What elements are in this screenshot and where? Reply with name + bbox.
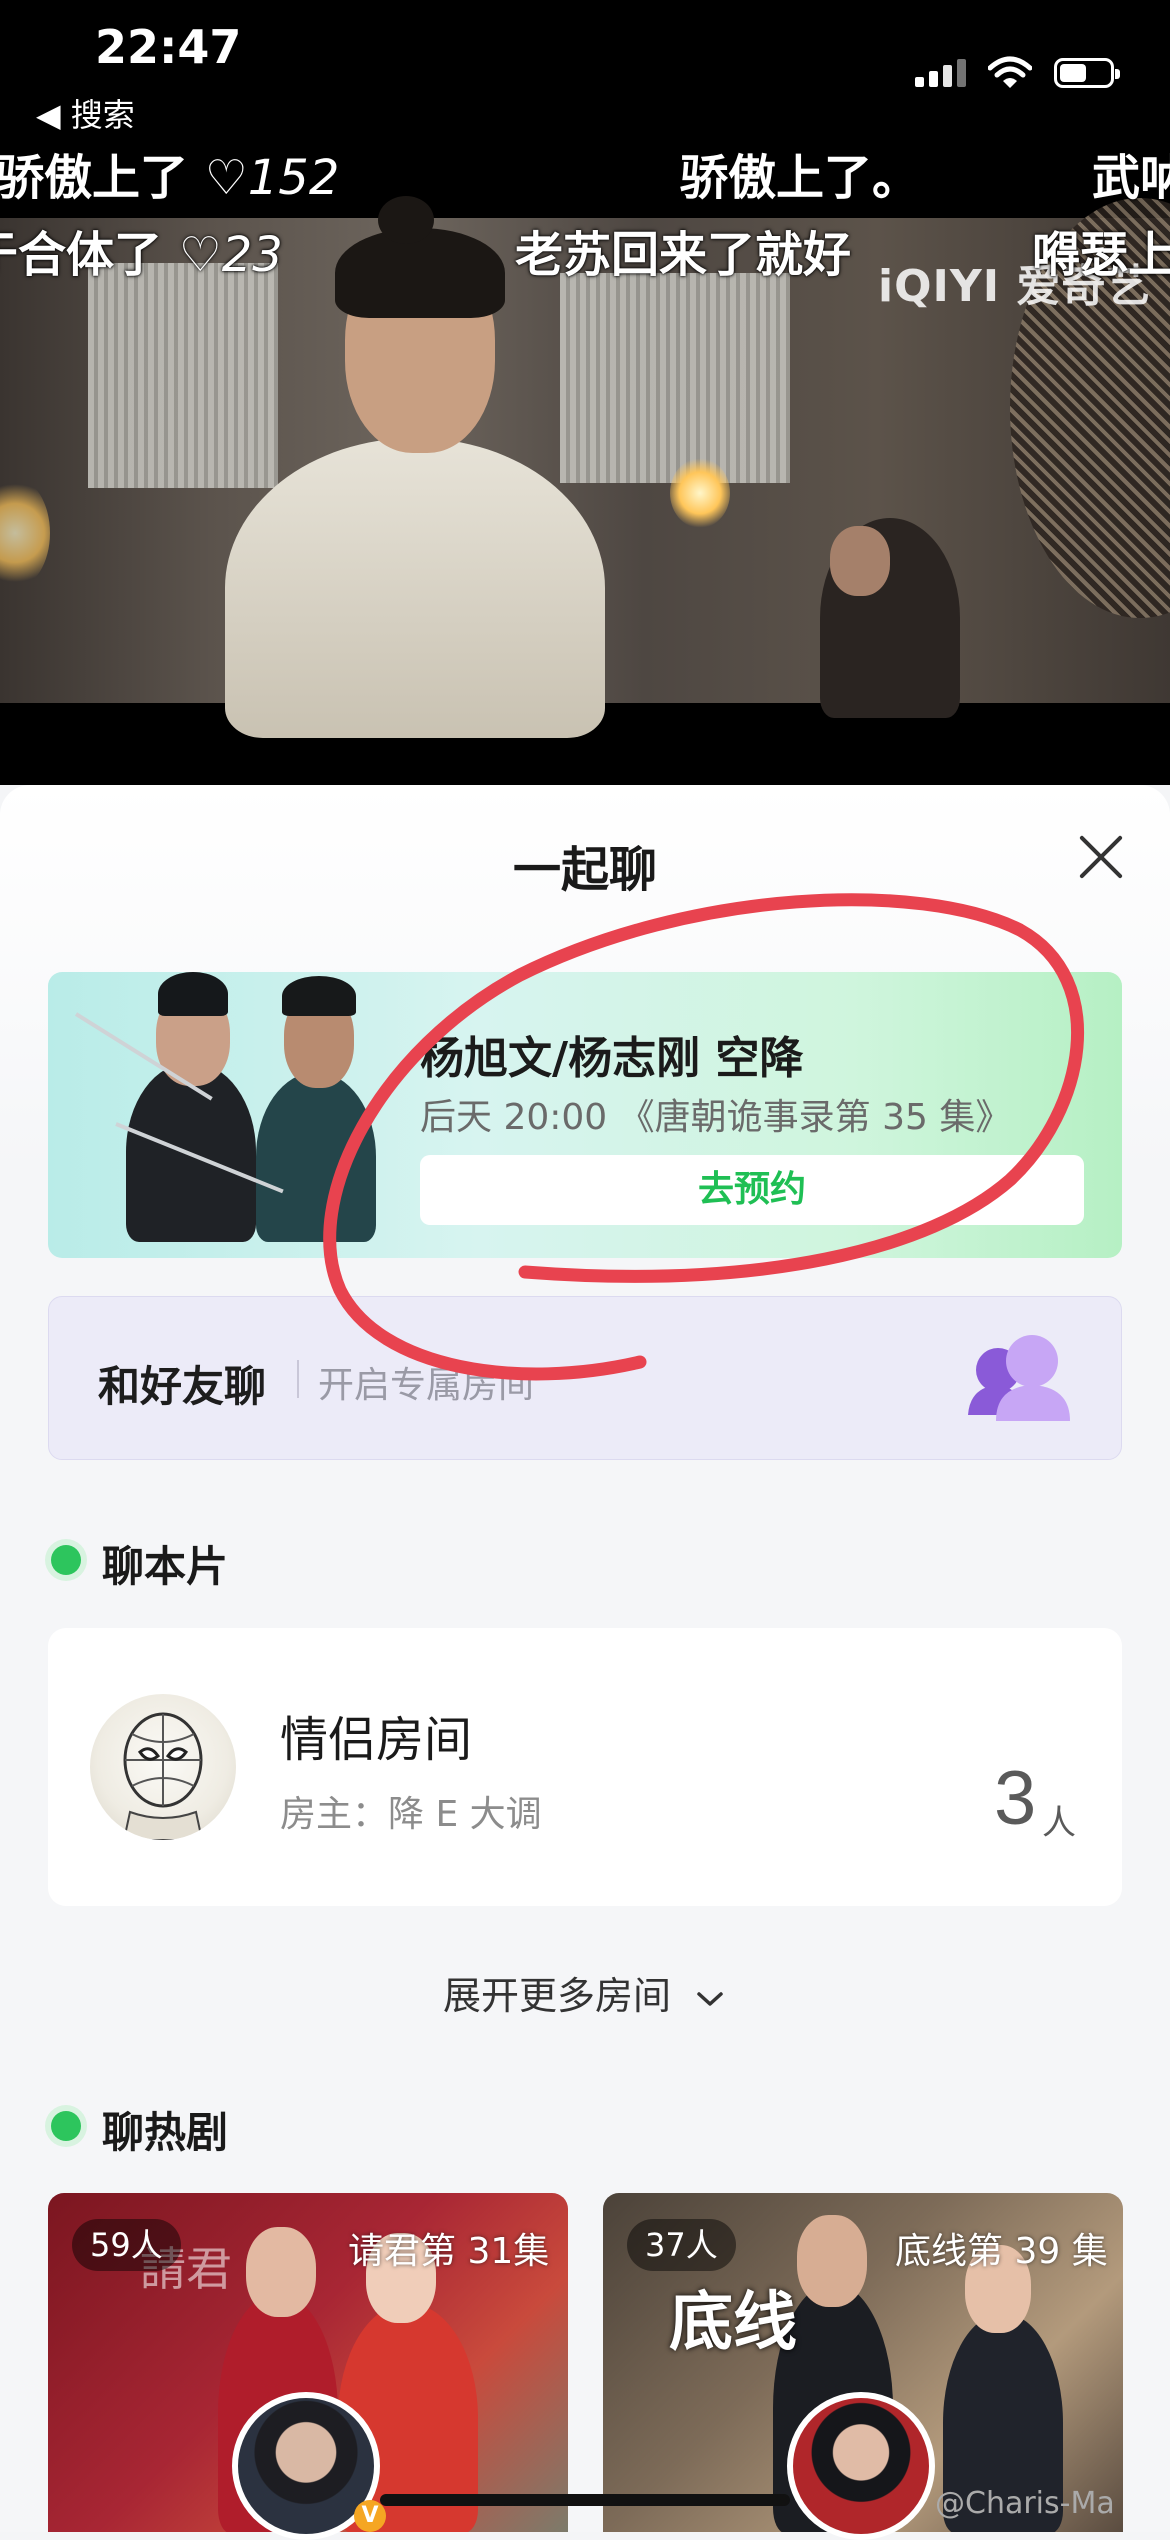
viewer-count-badge: 59人 (72, 2219, 181, 2271)
section-title-hot-dramas: 聊热剧 (102, 2108, 229, 2157)
room-name: 情侣房间 (280, 1712, 473, 1768)
episode-label: 底线第 39 集 (895, 2231, 1108, 2272)
viewer-count-badge: 37人 (627, 2219, 736, 2271)
back-to-search-link[interactable]: ◀ 搜索 (36, 90, 135, 136)
verified-badge-icon: V (354, 2500, 386, 2532)
reserve-button[interactable]: 去预约 (420, 1155, 1084, 1225)
like-heart-icon: ♡ (178, 227, 222, 283)
battery-icon (1054, 58, 1120, 88)
friends-icon (968, 1335, 1070, 1421)
promo-schedule: 后天 20:00 《唐朝诡事录第 35 集》 (420, 1097, 1012, 1138)
chevron-down-icon (697, 1991, 723, 2006)
room-member-count: 3 (994, 1756, 1037, 1841)
room-host: 房主：降 E 大调 (280, 1794, 542, 1835)
expand-more-rooms-button[interactable]: 展开更多房间 (0, 1965, 1170, 2020)
danmaku-comment: 骄傲上了。 (680, 150, 921, 206)
weibo-watermark: @Charis-Ma (935, 2486, 1115, 2521)
room-member-unit: 人 (1042, 1803, 1076, 1843)
close-icon[interactable] (1075, 830, 1129, 884)
home-indicator (380, 2494, 790, 2506)
danmaku-comment: 骄傲上了 ♡152 (0, 150, 340, 206)
sheet-title: 一起聊 (512, 842, 657, 898)
section-title-this-show: 聊本片 (102, 1542, 229, 1591)
danmaku-comment: 老苏回来了就好 (515, 227, 852, 283)
section-dot-icon (51, 2111, 81, 2141)
section-dot-icon (51, 1545, 81, 1575)
battery-level (1060, 64, 1087, 82)
cellular-signal-icon (915, 59, 966, 87)
friend-chat-subtitle: 开启专属房间 (318, 1365, 535, 1406)
promo-actors-illustration (74, 972, 426, 1252)
room-host-avatar (90, 1694, 236, 1840)
host-avatar (787, 2392, 935, 2540)
danmaku-comment: 于合体了 ♡23 (0, 227, 283, 283)
status-time: 22:47 (95, 20, 242, 74)
expand-label: 展开更多房间 (442, 1974, 671, 2018)
like-heart-icon: ♡ (204, 150, 248, 206)
episode-label: 请君第 31集 (348, 2231, 550, 2272)
poster-title: 底线 (669, 2285, 797, 2360)
video-player[interactable]: iQIYI 爱奇艺 (0, 0, 1170, 785)
status-icons (915, 56, 1120, 90)
divider (297, 1360, 299, 1398)
wifi-icon (988, 56, 1032, 88)
promo-title: 杨旭文/杨志刚 空降 (420, 1033, 804, 1084)
friend-chat-title: 和好友聊 (98, 1362, 267, 1411)
danmaku-comment: 嘚瑟上 (1032, 227, 1170, 283)
danmaku-comment: 武呐 (1092, 150, 1170, 206)
